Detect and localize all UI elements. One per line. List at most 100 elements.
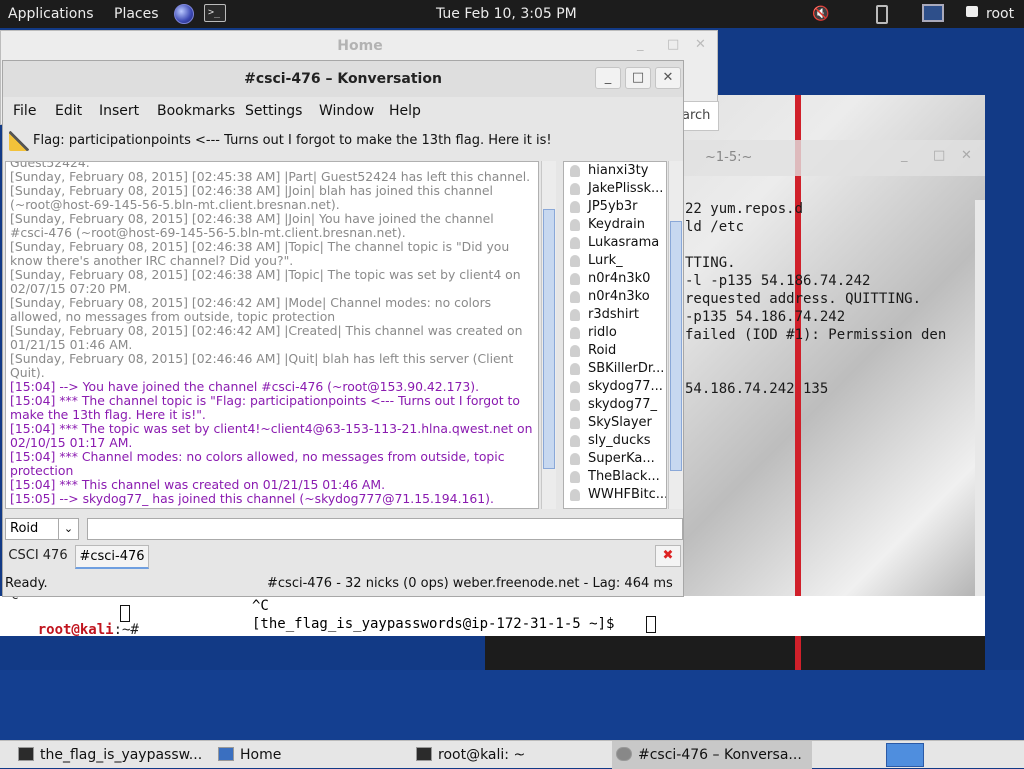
clock[interactable]: Tue Feb 10, 3:05 PM [436,0,577,28]
nick-item[interactable]: Keydrain [564,216,666,234]
maximize-icon[interactable]: □ [667,37,679,52]
user-icon [570,237,580,249]
chat-line: [Sunday, February 08, 2015] [02:46:38 AM… [10,183,493,212]
task-root-terminal[interactable]: root@kali: ~ [412,741,612,769]
nick-item[interactable]: WWHFBitc... [564,486,666,504]
ctrl-c-text: ^C [252,598,269,614]
terminal-icon [416,747,432,761]
nick-item[interactable]: sly_ducks [564,432,666,450]
channel-topic: Flag: participationpoints <--- Turns out… [33,133,552,148]
user-icon [570,363,580,375]
minimize-button[interactable]: _ [595,67,621,89]
terminal-icon [18,747,34,761]
menu-bookmarks[interactable]: Bookmarks [157,103,235,119]
terminal-prompt-area[interactable]: ^C [the_flag_is_yaypasswords@ip-172-31-1… [250,596,985,636]
nick-item[interactable]: skydog77_ [564,396,666,414]
chat-scroll-thumb[interactable] [543,209,555,469]
tab-server[interactable]: CSCI 476 [7,545,69,567]
workspace-switcher[interactable] [886,743,924,767]
user-icon [570,327,580,339]
chevron-down-icon[interactable]: ⌄ [58,519,78,539]
top-panel: Applications Places >_ Tue Feb 10, 3:05 … [0,0,1024,28]
nick-item[interactable]: Lukasrama [564,234,666,252]
nick-item[interactable]: SkySlayer [564,414,666,432]
nick-item[interactable]: n0r4n3k0 [564,270,666,288]
chat-log: Guest52424. [Sunday, February 08, 2015] [… [5,161,539,509]
nick-item[interactable]: Roid [564,342,666,360]
nick-label: r3dshirt [588,307,639,322]
minimize-icon[interactable]: _ [637,37,644,52]
chat-status-icon[interactable] [966,6,978,17]
root-prompt-path: :~# [113,622,148,638]
nick-label: Keydrain [588,217,645,232]
root-prompt-user: root@kali [37,622,114,638]
search-button[interactable]: arch [681,101,719,131]
user-icon [570,201,580,213]
nick-item[interactable]: n0r4n3ko [564,288,666,306]
nick-item[interactable]: Lurk_ [564,252,666,270]
nick-item[interactable]: JP5yb3r [564,198,666,216]
volume-muted-icon[interactable]: 🔇 [812,6,829,22]
status-right: #csci-476 - 32 nicks (0 ops) weber.freen… [267,576,673,591]
chat-scrollbar[interactable] [541,161,556,509]
user-icon [570,345,580,357]
close-icon[interactable]: ✕ [961,148,972,163]
menu-settings[interactable]: Settings [245,103,302,119]
nick-item[interactable]: TheBlack... [564,468,666,486]
tab-channel[interactable]: #csci-476 [75,545,149,569]
nick-item[interactable]: SuperKa... [564,450,666,468]
nick-label: Roid [588,343,617,358]
konversation-window[interactable]: #csci-476 – Konversation _ □ ✕ File Edit… [2,60,684,597]
minimize-icon[interactable]: _ [901,148,908,163]
task-flag-terminal[interactable]: the_flag_is_yaypassw... [14,741,214,769]
message-input[interactable] [87,518,683,540]
term-line: failed (IOD #1): Permission den [685,327,947,343]
menubar: File Edit Insert Bookmarks Settings Wind… [3,97,683,125]
close-tab-icon[interactable]: ✖ [655,545,681,567]
nicklist-scrollbar[interactable] [668,161,683,509]
applications-menu[interactable]: Applications [8,0,94,28]
nicklist-scroll-thumb[interactable] [670,221,682,471]
network-icon[interactable] [922,4,944,22]
nick-item[interactable]: JakePlissk... [564,180,666,198]
nick-select[interactable]: Roid ⌄ [5,518,79,540]
nick-label: SkySlayer [588,415,652,430]
close-button[interactable]: ✕ [655,67,681,89]
chat-line: [15:04] *** Channel modes: no colors all… [10,449,505,478]
places-menu[interactable]: Places [114,0,159,28]
chat-line: [Sunday, February 08, 2015] [02:46:38 AM… [10,239,510,268]
terminal-scrollbar[interactable] [975,200,985,635]
user-menu[interactable]: root [986,0,1014,28]
terminal-icon[interactable]: >_ [204,4,226,22]
user-icon [570,417,580,429]
menu-file[interactable]: File [13,103,36,119]
nick-item[interactable]: hianxi3ty [564,162,666,180]
maximize-button[interactable]: □ [625,67,651,89]
term-line: requested address. QUITTING. [685,291,922,307]
nick-item[interactable]: ridlo [564,324,666,342]
menu-edit[interactable]: Edit [55,103,82,119]
user-icon [570,435,580,447]
terminal-cursor [646,616,656,633]
task-home[interactable]: Home [214,741,414,769]
root-terminal[interactable]: ^C root@kali:~# [0,588,250,638]
nick-label: skydog77... [588,379,663,394]
nick-item[interactable]: SBKillerDr... [564,360,666,378]
nick-label: WWHFBitc... [588,487,667,502]
term-line: 22 yum.repos.d [685,201,804,217]
browser-icon[interactable] [174,4,194,24]
menu-window[interactable]: Window [319,103,374,119]
nick-item[interactable]: skydog77... [564,378,666,396]
close-icon[interactable]: ✕ [695,37,706,52]
nick-label: Lukasrama [588,235,660,250]
term-line: TTING. [685,255,736,271]
maximize-icon[interactable]: □ [933,148,945,163]
user-icon [570,165,580,177]
menu-help[interactable]: Help [389,103,421,119]
task-konversation[interactable]: #csci-476 – Konversa... [612,741,812,769]
menu-insert[interactable]: Insert [99,103,139,119]
chat-line: [Sunday, February 08, 2015] [02:46:46 AM… [10,351,514,380]
nick-item[interactable]: r3dshirt [564,306,666,324]
nick-label: skydog77_ [588,397,658,412]
battery-icon[interactable] [876,5,888,24]
